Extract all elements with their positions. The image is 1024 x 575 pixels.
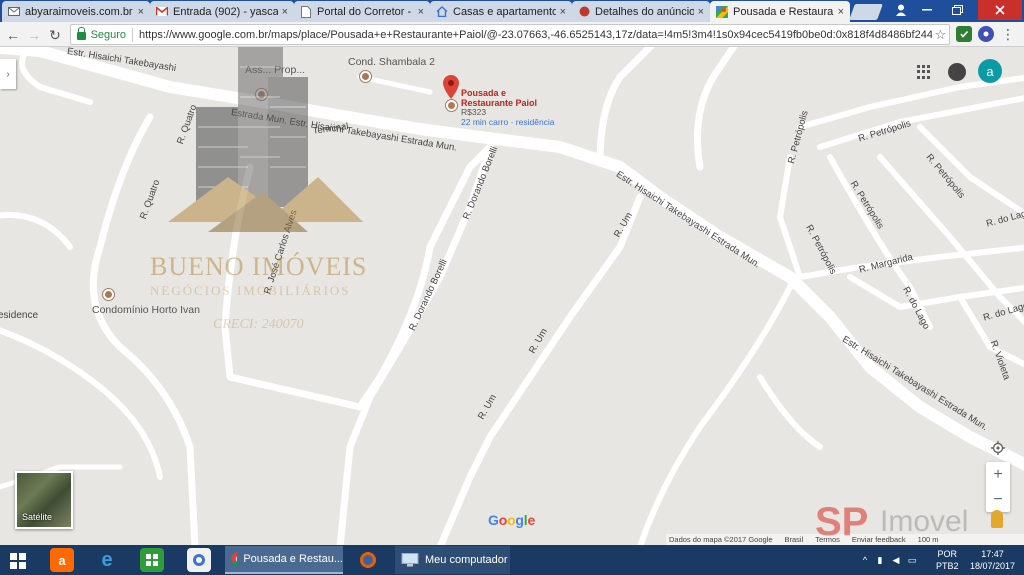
place-eta[interactable]: 22 min carro · residência: [461, 117, 555, 127]
reload-icon[interactable]: ↻: [46, 26, 64, 44]
back-arrow-icon[interactable]: ←: [4, 26, 22, 44]
tab-title: Casas e apartamentos p: [453, 5, 556, 18]
place-pin-icon[interactable]: [443, 75, 459, 99]
browser-toolbar: ← → ↻ Seguro https://www.google.com.br/m…: [0, 22, 1024, 47]
page-icon: [300, 5, 312, 18]
listing-icon: [578, 6, 590, 18]
street-label: esidence: [0, 310, 39, 321]
chevron-up-icon[interactable]: ^: [858, 555, 872, 565]
place-price: R$323: [461, 107, 487, 117]
my-location-icon[interactable]: [986, 439, 1010, 457]
screen: abyaraimoveis.com.br - × Entrada (902) -…: [0, 0, 1024, 575]
bookmark-star-icon[interactable]: ☆: [932, 27, 949, 43]
satellite-label: Satélite: [22, 512, 53, 522]
task-label: Pousada e Restau...: [243, 553, 343, 565]
close-window-button[interactable]: [978, 0, 1022, 20]
close-icon[interactable]: ×: [282, 6, 288, 18]
windows-start-icon[interactable]: [10, 553, 26, 569]
tab-title: Entrada (902) - yascarru: [173, 5, 278, 18]
tab-abyara[interactable]: abyaraimoveis.com.br - ×: [2, 1, 150, 22]
firefox-icon[interactable]: [356, 548, 380, 572]
svg-text:SP: SP: [815, 500, 868, 542]
forward-arrow-icon[interactable]: →: [25, 26, 43, 44]
task-computer[interactable]: Meu computador: [395, 546, 510, 574]
zoom-in-button[interactable]: +: [986, 462, 1010, 487]
poi-label[interactable]: Condomínio Horto Ivan: [92, 304, 200, 316]
notifications-icon[interactable]: [948, 63, 966, 81]
extension-icon[interactable]: [978, 26, 994, 42]
tab-pousada[interactable]: Pousada e Restaurante ×: [710, 1, 850, 22]
tab-title: abyaraimoveis.com.br -: [25, 5, 134, 18]
satellite-toggle[interactable]: Satélite: [15, 471, 73, 529]
lock-icon: [77, 26, 86, 40]
url-text[interactable]: https://www.google.com.br/maps/place/Pou…: [139, 29, 932, 41]
app-icon[interactable]: [187, 548, 211, 572]
avatar-letter: a: [986, 63, 994, 79]
poi-marker[interactable]: [103, 289, 114, 300]
taskbar: a e Pousada e Restau... Meu computador ^…: [0, 545, 1024, 575]
mail-icon: [8, 6, 20, 18]
message-icon[interactable]: ▭: [904, 555, 920, 566]
divider: [132, 27, 133, 42]
system-tray: ^ ▮ ◀ ▭: [858, 545, 920, 575]
tab-strip: abyaraimoveis.com.br - × Entrada (902) -…: [0, 0, 1024, 22]
minimize-button[interactable]: [912, 0, 942, 20]
tab-title: Pousada e Restaurante: [733, 5, 834, 18]
avatar[interactable]: a: [978, 59, 1002, 83]
clock-time: 17:47: [981, 549, 1004, 559]
lang-label: POR: [937, 549, 958, 559]
bueno-tagline-watermark: NEGÓCIOS IMOBILIÁRIOS: [150, 283, 351, 298]
google-logo: Google: [488, 512, 536, 528]
close-icon[interactable]: ×: [138, 6, 144, 18]
close-icon[interactable]: ×: [560, 6, 566, 18]
home-icon: [436, 6, 448, 18]
layout-label: PTB2: [936, 561, 959, 571]
side-panel-toggle[interactable]: ›: [0, 59, 16, 89]
store-icon[interactable]: [140, 548, 164, 572]
tab-title: Portal do Corretor - Bra: [317, 5, 414, 18]
computer-icon: [401, 553, 419, 567]
bueno-logo-watermark: [168, 47, 363, 232]
language-indicator[interactable]: POR PTB2: [936, 545, 959, 575]
apps-grid-icon[interactable]: [917, 65, 931, 79]
menu-dots-icon[interactable]: ⋮: [1000, 26, 1016, 42]
clock[interactable]: 17:47 18/07/2017: [970, 548, 1015, 572]
clock-date: 18/07/2017: [970, 561, 1016, 571]
map-canvas[interactable]: › Estr. Hisaichi Takebayashi Estrada Mun…: [0, 47, 1024, 545]
task-chrome[interactable]: Pousada e Restau...: [225, 546, 343, 574]
street-view-pegman-icon[interactable]: [991, 510, 1003, 528]
new-tab-button[interactable]: [849, 4, 883, 20]
tab-gmail[interactable]: Entrada (902) - yascarru ×: [150, 1, 294, 22]
zoom-out-button[interactable]: −: [986, 487, 1010, 512]
place-title[interactable]: Pousada e Restaurante Paiol: [461, 88, 541, 108]
zoom-control: + −: [986, 462, 1010, 512]
task-label: Meu computador: [425, 554, 508, 566]
internet-explorer-icon[interactable]: e: [95, 548, 119, 572]
secure-label: Seguro: [90, 28, 127, 41]
tab-casas[interactable]: Casas e apartamentos p ×: [430, 1, 572, 22]
tab-portal[interactable]: Portal do Corretor - Bra ×: [294, 1, 430, 22]
maximize-button[interactable]: [942, 0, 972, 20]
extension-icon[interactable]: [956, 26, 972, 42]
network-icon[interactable]: ▮: [872, 555, 888, 566]
bueno-name-watermark: BUENO IMÓVEIS: [150, 252, 368, 281]
attribution-country[interactable]: Brasil: [785, 535, 804, 544]
close-icon[interactable]: ×: [418, 6, 424, 18]
attribution-data: Dados do mapa ©2017 Google: [669, 535, 773, 544]
sp-logo-watermark: SP: [815, 500, 868, 542]
avast-icon[interactable]: a: [50, 548, 74, 572]
tab-title: Detalhes do anúncio: [595, 5, 694, 18]
gmail-icon: [156, 6, 168, 18]
chrome-icon: [231, 551, 238, 567]
tab-detalhes[interactable]: Detalhes do anúncio ×: [572, 1, 710, 22]
close-icon[interactable]: ×: [838, 6, 844, 18]
bueno-creci-watermark: CRECI: 240070: [213, 317, 304, 332]
address-bar[interactable]: Seguro https://www.google.com.br/maps/pl…: [70, 24, 950, 45]
volume-icon[interactable]: ◀: [888, 555, 904, 566]
sp-text-watermark: Imovel: [880, 505, 969, 538]
close-icon[interactable]: ×: [698, 6, 704, 18]
maps-icon: [716, 5, 728, 18]
lodging-icon: [446, 100, 457, 111]
